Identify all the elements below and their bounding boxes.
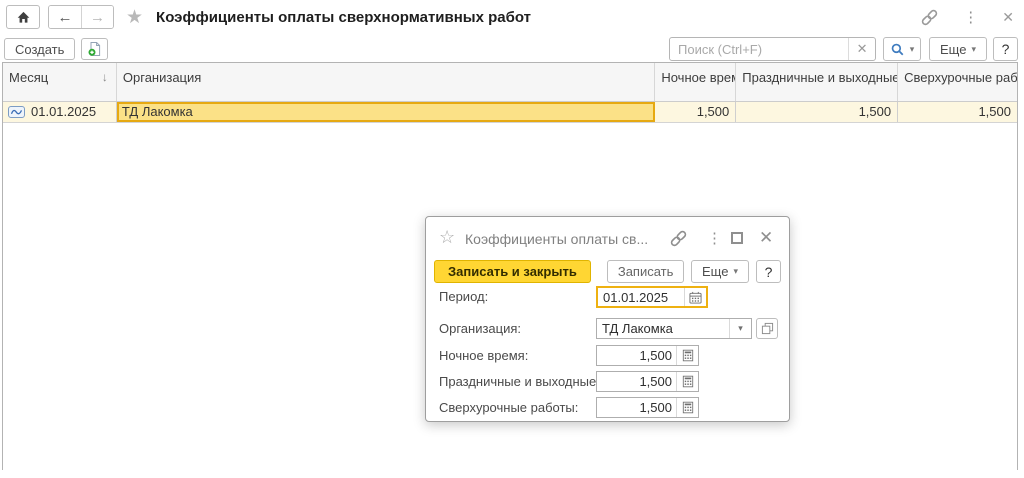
- home-button[interactable]: [6, 5, 40, 29]
- open-organization-button[interactable]: [756, 318, 778, 339]
- save-button[interactable]: Записать: [607, 260, 685, 283]
- column-header-overtime[interactable]: Сверхурочные работы: [898, 63, 1017, 101]
- open-form-icon: [761, 322, 774, 335]
- cell-overtime[interactable]: 1,500: [898, 102, 1017, 122]
- list-toolbar: Создать ✕ ▾: [0, 36, 1024, 62]
- toolbar-right-group: ✕ ▾ Еще ▾ ?: [669, 37, 1018, 61]
- sort-desc-icon: ↓: [102, 70, 108, 84]
- calendar-picker-button[interactable]: [684, 288, 706, 306]
- back-arrow-icon: ←: [58, 9, 73, 26]
- field-row-organization: Организация: ТД Лакомка ▾: [426, 318, 789, 339]
- cell-night-time[interactable]: 1,500: [655, 102, 736, 122]
- period-label: Период:: [439, 286, 488, 307]
- kebab-menu-icon[interactable]: ⋮: [963, 8, 978, 26]
- night-time-label: Ночное время:: [439, 345, 528, 366]
- more-button[interactable]: Еще ▾: [691, 260, 749, 283]
- chevron-down-icon: ▾: [910, 45, 915, 54]
- field-row-holidays-weekends: Праздничные и выходные дни: 1,500: [426, 371, 789, 392]
- column-header-label: Месяц: [9, 70, 48, 85]
- cell-month[interactable]: 01.01.2025: [3, 102, 117, 122]
- cell-month-value: 01.01.2025: [31, 102, 96, 122]
- create-by-copy-button[interactable]: [81, 38, 108, 60]
- save-and-close-button[interactable]: Записать и закрыть: [434, 260, 591, 283]
- chevron-down-icon: ▾: [733, 267, 738, 276]
- help-button[interactable]: ?: [993, 37, 1018, 61]
- back-button[interactable]: ←: [49, 6, 81, 28]
- page-title: Коэффициенты оплаты сверхнормативных раб…: [156, 9, 531, 26]
- table-row[interactable]: 01.01.2025 ТД Лакомка 1,500 1,500 1,500: [3, 102, 1017, 123]
- night-time-field[interactable]: 1,500: [596, 345, 699, 366]
- maximize-icon[interactable]: [731, 232, 743, 244]
- search-options-button[interactable]: ▾: [883, 37, 921, 61]
- field-row-period: Период: 01.01.2025: [426, 286, 789, 307]
- search-icon: [890, 42, 905, 57]
- document-plus-icon: [87, 41, 103, 57]
- forward-arrow-icon: →: [90, 9, 105, 26]
- help-button[interactable]: ?: [756, 260, 781, 283]
- period-field[interactable]: 01.01.2025: [596, 286, 708, 308]
- top-bar: ← → ★ Коэффициенты оплаты сверхнормативн…: [0, 0, 1024, 34]
- holidays-weekends-field[interactable]: 1,500: [596, 371, 699, 392]
- more-button-label: Еще: [702, 264, 728, 279]
- create-button[interactable]: Создать: [4, 38, 75, 60]
- field-row-night-time: Ночное время: 1,500: [426, 345, 789, 366]
- forward-button[interactable]: →: [81, 6, 113, 28]
- calculator-button[interactable]: [676, 346, 698, 365]
- calculator-button[interactable]: [676, 372, 698, 391]
- search-input[interactable]: [670, 39, 848, 59]
- window-controls: ⋮ ✕: [920, 8, 1014, 27]
- night-time-value: 1,500: [597, 348, 676, 363]
- organization-dropdown-button[interactable]: ▾: [729, 319, 751, 338]
- column-header-night-time[interactable]: Ночное время: [655, 63, 736, 101]
- column-header-holidays-weekends[interactable]: Праздничные и выходные дни: [736, 63, 898, 101]
- favorite-star-outline-icon[interactable]: ☆: [439, 227, 455, 248]
- calendar-icon: [689, 291, 702, 304]
- close-icon[interactable]: ✕: [759, 228, 773, 248]
- chevron-down-icon: ▾: [738, 323, 743, 334]
- column-header-month[interactable]: Месяц ↓: [3, 63, 117, 101]
- periodic-record-icon: [8, 106, 25, 118]
- organization-label: Организация:: [439, 318, 521, 339]
- edit-record-dialog: ☆ Коэффициенты оплаты св... ⋮ ✕ Записать…: [425, 216, 790, 422]
- field-row-overtime: Сверхурочные работы: 1,500: [426, 397, 789, 418]
- app-window: ← → ★ Коэффициенты оплаты сверхнормативн…: [0, 0, 1024, 478]
- calculator-icon: [682, 401, 694, 414]
- chevron-down-icon: ▾: [971, 45, 976, 54]
- calculator-button[interactable]: [676, 398, 698, 417]
- period-value: 01.01.2025: [598, 290, 684, 305]
- organization-field[interactable]: ТД Лакомка ▾: [596, 318, 752, 339]
- overtime-label: Сверхурочные работы:: [439, 397, 578, 418]
- dialog-button-bar: Записать и закрыть Записать Еще ▾ ?: [434, 260, 781, 283]
- organization-value: ТД Лакомка: [597, 321, 729, 336]
- link-icon[interactable]: [920, 8, 939, 27]
- table-header-row: Месяц ↓ Организация Ночное время Праздни…: [3, 63, 1017, 102]
- calculator-icon: [682, 349, 694, 362]
- column-header-organization[interactable]: Организация: [117, 63, 655, 101]
- favorite-star-icon[interactable]: ★: [126, 6, 143, 29]
- calculator-icon: [682, 375, 694, 388]
- nav-history-group: ← →: [48, 5, 114, 29]
- more-button-label: Еще: [940, 42, 966, 57]
- cell-organization-selected[interactable]: ТД Лакомка: [117, 102, 655, 122]
- search-box: ✕: [669, 37, 876, 61]
- clear-search-icon[interactable]: ✕: [848, 38, 875, 60]
- link-icon[interactable]: [669, 229, 688, 248]
- close-icon[interactable]: ✕: [1002, 9, 1014, 26]
- holidays-weekends-value: 1,500: [597, 374, 676, 389]
- overtime-field[interactable]: 1,500: [596, 397, 699, 418]
- kebab-menu-icon[interactable]: ⋮: [707, 229, 722, 247]
- overtime-value: 1,500: [597, 400, 676, 415]
- more-button[interactable]: Еще ▾: [929, 37, 987, 61]
- home-icon: [16, 10, 31, 25]
- dialog-title: Коэффициенты оплаты св...: [465, 231, 648, 247]
- cell-holidays-weekends[interactable]: 1,500: [736, 102, 898, 122]
